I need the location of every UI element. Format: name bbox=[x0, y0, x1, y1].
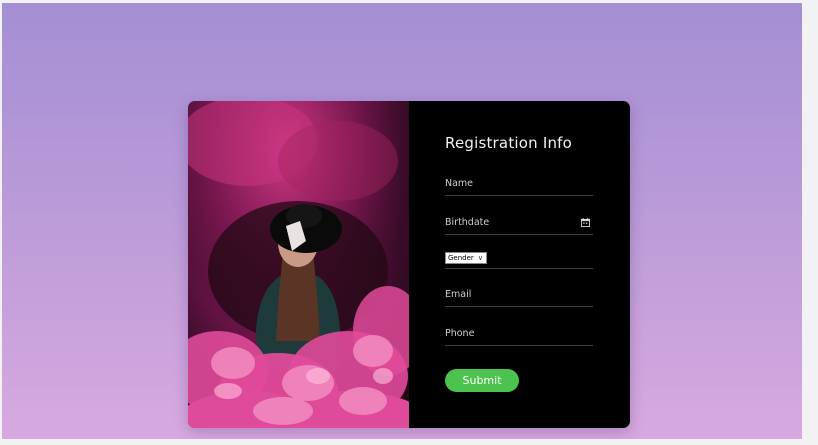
submit-button[interactable]: Submit bbox=[445, 369, 519, 392]
phone-field[interactable]: Phone bbox=[445, 325, 593, 346]
form-title: Registration Info bbox=[445, 134, 573, 152]
gender-field: Gender ∨ bbox=[445, 248, 593, 269]
gender-select[interactable]: Gender ∨ bbox=[445, 252, 487, 264]
smoke-photo-illustration bbox=[188, 101, 409, 428]
page-background: Registration Info Name Birthdate Gender bbox=[2, 3, 802, 439]
calendar-icon[interactable] bbox=[581, 218, 590, 227]
birthdate-placeholder: Birthdate bbox=[445, 217, 490, 228]
registration-form: Registration Info Name Birthdate Gender bbox=[409, 101, 630, 428]
registration-card: Registration Info Name Birthdate Gender bbox=[188, 101, 630, 428]
name-field[interactable]: Name bbox=[445, 175, 593, 196]
gender-selected-value: Gender bbox=[448, 254, 474, 262]
phone-placeholder: Phone bbox=[445, 328, 475, 339]
email-placeholder: Email bbox=[445, 289, 472, 300]
birthdate-field[interactable]: Birthdate bbox=[445, 214, 593, 235]
email-field[interactable]: Email bbox=[445, 286, 593, 307]
chevron-down-icon: ∨ bbox=[477, 254, 483, 262]
hero-photo bbox=[188, 101, 409, 428]
name-placeholder: Name bbox=[445, 178, 474, 189]
